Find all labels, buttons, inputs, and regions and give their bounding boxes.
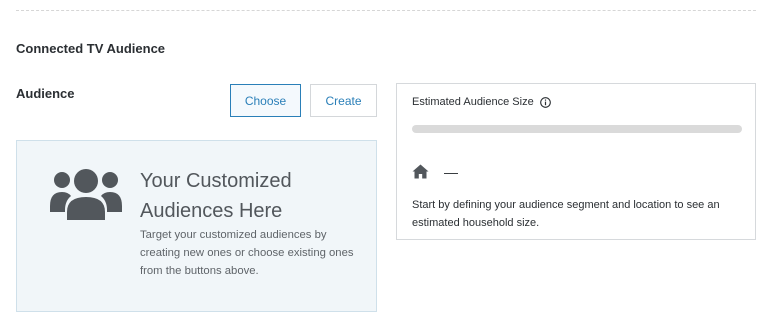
household-size-value: —: [444, 163, 458, 180]
placeholder-title: Your Customized Audiences Here: [140, 170, 292, 222]
estimate-title: Estimated Audience Size: [412, 96, 534, 108]
estimate-header: Estimated Audience Size: [412, 96, 551, 108]
section-divider: [16, 10, 756, 11]
info-icon[interactable]: [539, 96, 551, 108]
create-button[interactable]: Create: [310, 84, 377, 117]
audience-label: Audience: [16, 86, 75, 101]
audience-size-progress-bar: [412, 125, 742, 133]
placeholder-description: Target your customized audiences by crea…: [140, 229, 354, 277]
choose-button[interactable]: Choose: [230, 84, 301, 117]
section-title: Connected TV Audience: [16, 41, 166, 56]
home-icon: [412, 164, 429, 179]
people-group-icon: [50, 169, 122, 220]
estimated-audience-card: Estimated Audience Size — Start by defin…: [396, 83, 756, 240]
household-size-row: —: [412, 164, 458, 179]
estimate-help-text: Start by defining your audience segment …: [412, 199, 720, 229]
audience-placeholder-card: Your Customized Audiences Here Target yo…: [16, 140, 377, 312]
